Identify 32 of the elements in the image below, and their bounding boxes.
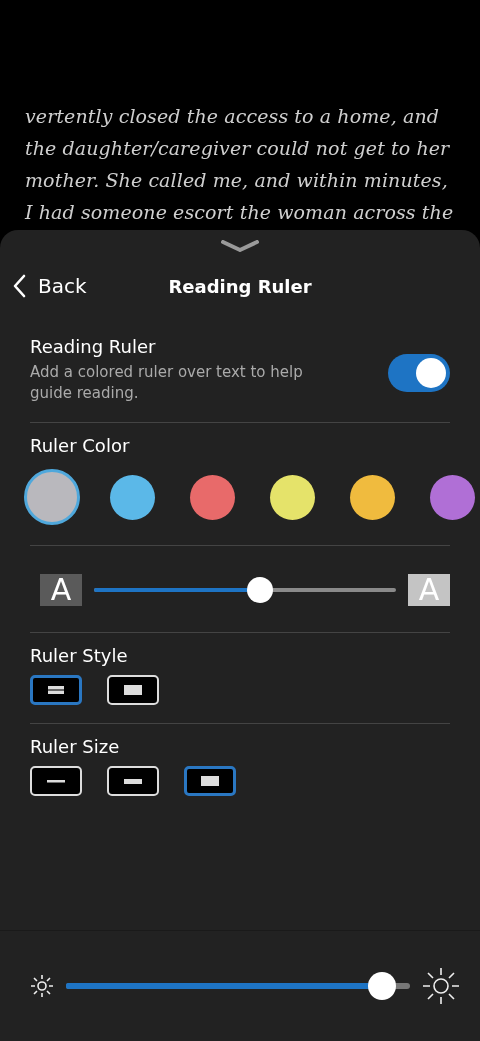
color-swatch[interactable]: [429, 474, 475, 520]
slider-thumb[interactable]: [368, 972, 397, 1000]
ruler-option-button[interactable]: [30, 675, 82, 705]
book-text-line: the daughter/caregiver could not get to her: [25, 136, 450, 161]
large-a-label: A: [408, 574, 450, 606]
ruler-option-button[interactable]: [184, 766, 236, 796]
section-title: Ruler Color: [30, 434, 131, 458]
slider-thumb[interactable]: [247, 577, 274, 603]
ruler-preview-icon: [198, 774, 222, 788]
section-title: Ruler Size: [30, 735, 121, 759]
book-text-line: vertently closed the access to a home, and: [25, 104, 439, 129]
color-swatch[interactable]: [109, 474, 155, 520]
small-a-label: A: [40, 574, 82, 606]
panel-title: Reading Ruler: [168, 275, 312, 297]
chevron-left-icon: [12, 274, 26, 298]
brightness-high-icon: [422, 967, 460, 1005]
book-text-line: mother. She called me, and within minutes,: [25, 168, 448, 193]
brightness-low-icon: [30, 974, 54, 998]
ruler-preview-icon: [121, 683, 145, 697]
setting-description: Add a colored ruler over text to help guide reading.: [30, 362, 304, 404]
toggle-switch[interactable]: [388, 354, 450, 392]
brightness-slider-track[interactable]: [66, 971, 410, 1001]
setting-title: Reading Ruler: [30, 335, 157, 359]
color-swatch[interactable]: [349, 474, 395, 520]
back-button[interactable]: Back: [0, 274, 87, 298]
collapse-chevron-icon[interactable]: [221, 240, 259, 252]
color-swatch[interactable]: [269, 474, 315, 520]
color-swatch[interactable]: [24, 469, 80, 525]
section-title: Ruler Style: [30, 644, 129, 668]
slider-track[interactable]: [94, 575, 396, 605]
color-swatch[interactable]: [189, 474, 235, 520]
book-text-line: I had someone escort the woman across the: [25, 200, 454, 225]
